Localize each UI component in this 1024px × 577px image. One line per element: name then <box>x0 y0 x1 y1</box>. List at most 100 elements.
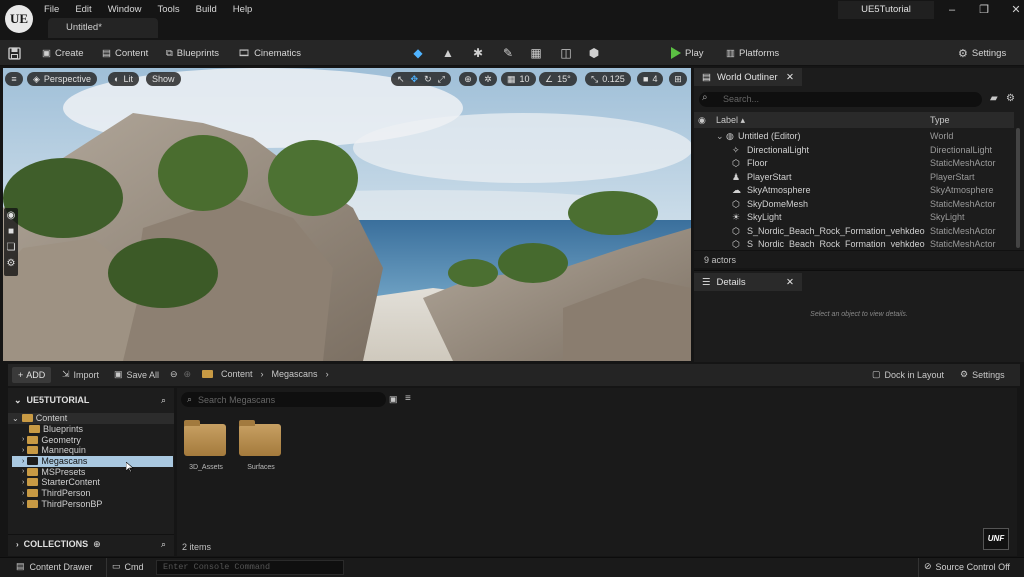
tree-item-thirdpersonbp[interactable]: › ThirdPersonBP <box>22 498 102 509</box>
fracture-mode-icon[interactable]: ◫ <box>558 45 574 61</box>
viewport-layout-button[interactable]: ⊞ <box>669 72 687 86</box>
outliner-row[interactable]: ♟ PlayerStart PlayerStart <box>694 172 1014 185</box>
layers-icon[interactable]: ❏ <box>4 242 18 258</box>
outliner-row[interactable]: ⬡ S_Nordic_Beach_Rock_Formation_vehkdeo … <box>694 226 1014 239</box>
add-button[interactable]: + ADD <box>12 367 52 383</box>
add-collection-icon[interactable]: ⊕ <box>93 539 101 550</box>
chevron-right-icon[interactable]: › <box>22 458 24 465</box>
perspective-button[interactable]: ◈ Perspective <box>27 72 97 86</box>
create-button[interactable]: ▣ Create <box>42 45 84 61</box>
project-root-header[interactable]: ⌄ UE5TUTORIAL ⌕ <box>8 392 174 408</box>
back-icon[interactable]: ⊖ <box>170 369 178 380</box>
save-all-button[interactable]: ▣ Save All <box>114 369 159 380</box>
breadcrumb-megascans[interactable]: Megascans <box>272 369 318 379</box>
outliner-row[interactable]: ⌄ ◍ Untitled (Editor) World <box>694 131 1014 144</box>
expand-icon[interactable]: ⌄ <box>12 414 19 423</box>
rotate-icon[interactable]: ↻ <box>424 72 432 86</box>
visibility-icon[interactable]: ◉ <box>698 115 706 126</box>
play-button[interactable]: Play <box>670 45 703 61</box>
gear-icon[interactable]: ⚙ <box>4 258 18 274</box>
unreal-logo-icon[interactable]: UE <box>5 5 33 33</box>
tree-item-blueprints[interactable]: Blueprints <box>29 424 83 435</box>
import-button[interactable]: ⇲ Import <box>62 369 99 380</box>
breadcrumb-content[interactable]: Content <box>221 369 253 379</box>
outliner-row[interactable]: ☁ SkyAtmosphere SkyAtmosphere <box>694 185 1014 198</box>
brush-mode-icon[interactable]: ⬢ <box>586 45 602 61</box>
close-button[interactable]: ✕ <box>1010 3 1022 16</box>
tree-item-thirdperson[interactable]: › ThirdPerson <box>22 488 90 499</box>
scale-icon[interactable]: ⤢ <box>438 72 445 86</box>
surface-snap-toggle[interactable]: ✲ <box>479 72 497 86</box>
details-tab[interactable]: ☰ Details ✕ <box>694 273 802 291</box>
menu-help[interactable]: Help <box>233 4 253 15</box>
cb-settings-button[interactable]: ⚙ Settings <box>960 369 1005 380</box>
tree-item-geometry[interactable]: › Geometry <box>22 435 81 446</box>
close-tab-icon[interactable]: ✕ <box>786 72 794 83</box>
search-icon[interactable]: ⌕ <box>161 395 166 406</box>
chevron-right-icon[interactable]: › <box>22 490 24 497</box>
asset-tile[interactable]: 3D_Assets <box>184 418 228 473</box>
select-icon[interactable]: ↖ <box>397 72 405 86</box>
mesh-paint-mode-icon[interactable]: ✎ <box>500 45 516 61</box>
gear-icon[interactable]: ⚙ <box>1006 93 1015 104</box>
camera-speed-button[interactable]: ■ 4 <box>637 72 664 86</box>
world-local-toggle[interactable]: ⊕ <box>459 72 477 86</box>
save-button[interactable] <box>8 45 21 61</box>
document-tab[interactable]: Untitled* <box>48 18 158 38</box>
chevron-right-icon[interactable]: › <box>326 369 329 379</box>
filter-icon[interactable]: ≡ <box>405 393 411 404</box>
dock-in-layout-button[interactable]: ▢ Dock in Layout <box>872 369 944 380</box>
content-button[interactable]: ▤ Content <box>102 45 148 61</box>
save-search-icon[interactable]: ▣ <box>389 394 398 405</box>
world-outliner-tab[interactable]: ▤ World Outliner ✕ <box>694 68 802 86</box>
menu-tools[interactable]: Tools <box>157 4 179 15</box>
cmd-button[interactable]: ▭ Cmd <box>112 561 144 572</box>
content-drawer-button[interactable]: ▤ Content Drawer <box>16 561 93 572</box>
expand-icon[interactable]: ⌄ <box>716 131 724 142</box>
chevron-right-icon[interactable]: › <box>22 468 24 475</box>
viewport-menu-button[interactable]: ≡ <box>5 72 23 86</box>
menu-file[interactable]: File <box>44 4 59 15</box>
tree-item-megascans[interactable]: › Megascans <box>12 456 173 467</box>
modeling-mode-icon[interactable]: ▦ <box>528 45 544 61</box>
tree-item-startercontent[interactable]: › StarterContent <box>22 477 100 488</box>
rotation-snap-button[interactable]: ∠ 15° <box>539 72 577 86</box>
tree-item-mspresets[interactable]: › MSPresets <box>22 467 85 478</box>
level-viewport[interactable]: ≡ ◈ Perspective ◐ Lit Show ↖ ✥ ↻ ⤢ ⊕ ✲ ▦… <box>3 68 691 361</box>
add-folder-icon[interactable]: ▰ <box>990 93 998 104</box>
outliner-search-input[interactable]: Search... <box>699 92 982 107</box>
show-button[interactable]: Show <box>146 72 181 86</box>
chevron-right-icon[interactable]: › <box>22 447 24 454</box>
chevron-right-icon[interactable]: › <box>22 479 24 486</box>
menu-build[interactable]: Build <box>196 4 217 15</box>
close-tab-icon[interactable]: ✕ <box>786 277 794 288</box>
column-type[interactable]: Type <box>930 115 950 125</box>
outliner-row[interactable]: ⬡ Floor StaticMeshActor <box>694 158 1014 171</box>
translate-icon[interactable]: ✥ <box>411 72 419 86</box>
chevron-right-icon[interactable]: › <box>22 500 24 507</box>
outliner-row[interactable]: ☀ SkyLight SkyLight <box>694 212 1014 225</box>
asset-tile[interactable]: Surfaces <box>239 418 283 473</box>
lit-button[interactable]: ◐ Lit <box>108 72 139 86</box>
menu-edit[interactable]: Edit <box>75 4 91 15</box>
scale-snap-button[interactable]: ⤡ 0.125 <box>585 72 631 86</box>
screenshot-icon[interactable]: ◉ <box>4 210 18 226</box>
tree-item-mannequin[interactable]: › Mannequin <box>22 445 86 456</box>
search-icon[interactable]: ⌕ <box>161 539 166 550</box>
source-control-button[interactable]: ⊘ Source Control Off <box>924 561 1010 572</box>
console-input[interactable]: Enter Console Command <box>156 560 344 575</box>
column-label[interactable]: Label ▴ <box>716 115 745 126</box>
blueprints-button[interactable]: ⧉ Blueprints <box>166 45 219 61</box>
settings-button[interactable]: ⚙ Settings <box>958 45 1006 61</box>
foliage-mode-icon[interactable]: ✱ <box>470 45 486 61</box>
minimize-button[interactable]: – <box>946 4 958 16</box>
outliner-row[interactable]: ✧ DirectionalLight DirectionalLight <box>694 145 1014 158</box>
collections-header[interactable]: › COLLECTIONS ⊕ ⌕ <box>8 536 174 552</box>
platforms-button[interactable]: ▥ Platforms <box>726 45 779 61</box>
forward-icon[interactable]: ⊕ <box>184 369 192 380</box>
select-mode-icon[interactable]: ◆ <box>410 45 426 61</box>
landscape-mode-icon[interactable]: ▲ <box>440 45 456 61</box>
tree-item-content[interactable]: ⌄ Content <box>8 413 174 424</box>
cinematics-button[interactable]: 🎞 Cinematics <box>238 45 301 61</box>
chevron-right-icon[interactable]: › <box>261 369 264 379</box>
